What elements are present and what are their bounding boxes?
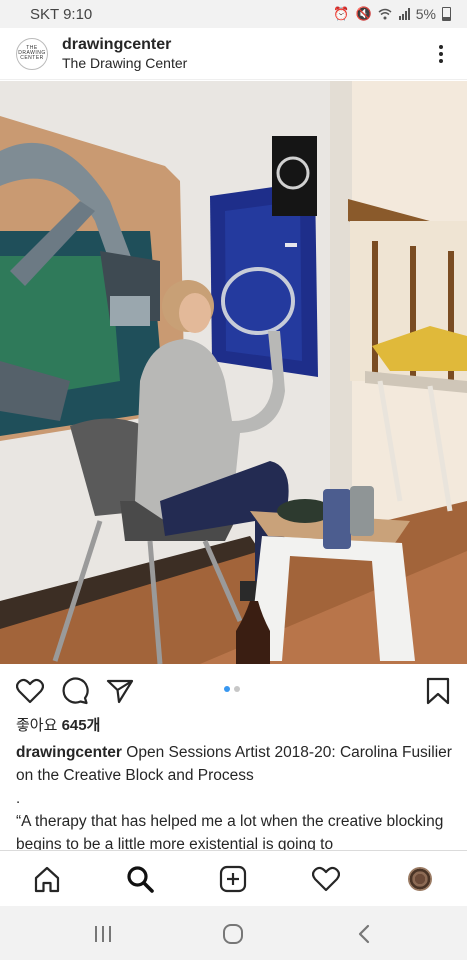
more-options-button[interactable]	[431, 42, 451, 66]
action-bar	[0, 664, 467, 716]
comment-icon[interactable]	[61, 677, 89, 705]
search-icon[interactable]	[126, 865, 154, 893]
caption-separator: .	[16, 790, 21, 807]
mute-icon: 🔇	[355, 6, 372, 21]
caption-quote[interactable]: “A therapy that has helped me a lot when…	[16, 810, 456, 850]
activity-heart-icon[interactable]	[312, 866, 340, 892]
status-bar: SKT 9:10 ⏰ 🔇 5%	[0, 0, 467, 28]
username[interactable]: drawingcenter	[62, 35, 187, 54]
carousel-dot-active	[224, 686, 230, 692]
carousel-indicator	[224, 686, 240, 692]
home-circle-icon[interactable]	[222, 923, 244, 945]
share-send-icon[interactable]	[106, 678, 134, 704]
likes-number: 645개	[61, 717, 101, 734]
battery-icon	[442, 7, 451, 21]
like-heart-icon[interactable]	[16, 678, 44, 704]
header-text: drawingcenter The Drawing Center	[62, 35, 187, 72]
post-photo	[0, 81, 467, 664]
new-post-icon[interactable]	[219, 865, 247, 893]
avatar[interactable]: THE DRAWING CENTER	[16, 37, 48, 70]
likes-count[interactable]: 좋아요 645개	[16, 716, 100, 736]
system-nav-bar	[0, 906, 467, 960]
back-icon[interactable]	[357, 924, 371, 944]
likes-prefix: 좋아요	[16, 717, 62, 734]
more-dot	[439, 51, 443, 56]
caption-username[interactable]: drawingcenter	[16, 744, 122, 761]
battery-level: 5%	[415, 6, 436, 22]
caption: drawingcenter Open Sessions Artist 2018-…	[16, 741, 456, 787]
avatar-text-line: CENTER	[20, 55, 44, 61]
bookmark-icon[interactable]	[426, 677, 450, 705]
location[interactable]: The Drawing Center	[62, 54, 187, 72]
carrier-time: SKT 9:10	[30, 5, 93, 23]
wifi-icon	[378, 8, 392, 20]
more-dot	[439, 44, 443, 49]
signal-icon	[398, 8, 410, 20]
status-icons: ⏰ 🔇 5%	[333, 6, 451, 22]
profile-avatar[interactable]	[408, 867, 432, 891]
bottom-nav	[0, 850, 467, 906]
home-icon[interactable]	[33, 865, 61, 893]
more-dot	[439, 58, 443, 63]
post-header: THE DRAWING CENTER drawingcenter The Dra…	[0, 28, 467, 80]
recent-apps-icon[interactable]	[93, 925, 113, 943]
post-image[interactable]	[0, 81, 467, 664]
carousel-dot	[234, 686, 240, 692]
alarm-icon: ⏰	[333, 6, 350, 21]
